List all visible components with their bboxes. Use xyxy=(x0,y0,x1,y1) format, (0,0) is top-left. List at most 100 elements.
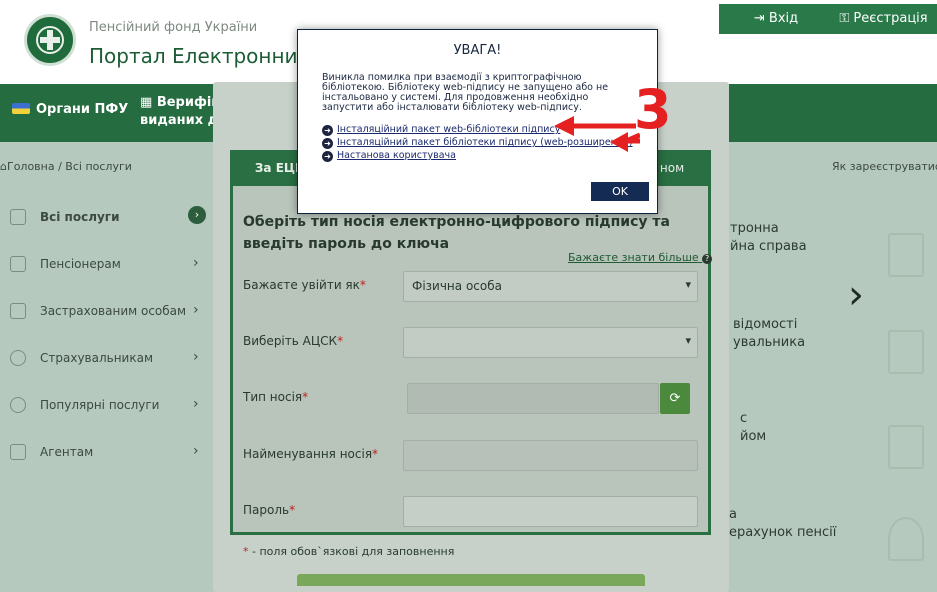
envelope-icon xyxy=(10,444,26,460)
required-star: * xyxy=(372,447,379,461)
media-type-select[interactable] xyxy=(407,383,659,414)
arrow-right-icon: ➜ xyxy=(322,125,333,136)
sidebar-item-label: Страхувальникам xyxy=(40,351,154,365)
service-card-1-line1: тронна xyxy=(730,221,779,236)
flag-icon xyxy=(12,103,30,114)
chevron-right-icon: › xyxy=(193,349,199,365)
sidebar-item-pensioners[interactable]: Пенсіонерам › xyxy=(10,253,210,277)
login-as-label-text: Бажаєте увійти як xyxy=(243,278,360,292)
person-icon xyxy=(888,517,924,561)
nav-item-pfu[interactable]: Органи ПФУ xyxy=(12,102,128,117)
sidebar-item-agents[interactable]: Агентам › xyxy=(10,441,210,465)
sidebar-item-insured[interactable]: Застрахованим особам › xyxy=(10,300,210,324)
service-card-1[interactable]: тронна йна справа xyxy=(730,220,807,256)
service-card-2-line2: увальника xyxy=(733,335,806,350)
service-card-1-line2: йна справа xyxy=(730,239,807,254)
register-button[interactable]: ⚿ Реєстрація xyxy=(830,4,937,34)
media-type-label-text: Тип носія xyxy=(243,390,303,404)
register-label: Реєстрація xyxy=(853,11,928,26)
sidebar-item-label: Пенсіонерам xyxy=(40,257,121,271)
chevron-right-icon: › xyxy=(193,255,199,271)
login-as-label: Бажаєте увійти як* xyxy=(243,278,366,292)
acsk-label: Виберіть АЦСК* xyxy=(243,334,343,348)
service-card-3[interactable]: с йом xyxy=(740,410,766,446)
org-name: Пенсійний фонд України xyxy=(89,20,258,35)
ok-button[interactable]: OK xyxy=(591,182,649,201)
media-type-label: Тип носія* xyxy=(243,390,308,404)
password-label-text: Пароль xyxy=(243,503,290,517)
arrow-right-icon: ➜ xyxy=(322,138,333,149)
install-web-library-link[interactable]: ➜ Інсталяційний пакет web-бібліотеки підп… xyxy=(322,124,560,136)
submit-button[interactable] xyxy=(297,574,645,586)
required-star: * xyxy=(289,503,296,517)
close-label: Закрити xyxy=(673,53,731,67)
chevron-right-icon: › xyxy=(188,206,206,224)
chevron-right-icon: › xyxy=(193,443,199,459)
refresh-icon: ⟳ xyxy=(669,391,681,406)
key-icon: ⚿ xyxy=(839,11,854,26)
service-card-4-line2: ерахунок пенсії xyxy=(729,525,837,540)
required-note-text: - поля обов`язкові для заповнення xyxy=(248,545,455,558)
document-icon xyxy=(10,303,26,319)
home-icon: ⌂ xyxy=(0,160,7,173)
pfu-logo[interactable] xyxy=(24,14,76,66)
chevron-right-icon[interactable]: › xyxy=(848,272,864,318)
how-register-link[interactable]: Як зареєструватися xyxy=(832,160,937,173)
service-card-4[interactable]: а ерахунок пенсії xyxy=(729,506,836,542)
sidebar-item-label: Всі послуги xyxy=(40,210,120,224)
user-manual-link[interactable]: ➜ Настанова користувача xyxy=(322,150,456,162)
chevron-right-icon: › xyxy=(193,302,199,318)
password-label: Пароль* xyxy=(243,503,295,517)
media-name-input[interactable] xyxy=(403,440,698,471)
info-icon xyxy=(10,350,26,366)
close-icon: ✖ xyxy=(734,53,745,67)
service-card-4-line1: а xyxy=(729,507,737,522)
sidebar-item-label: Агентам xyxy=(40,445,94,459)
dialog-title: УВАГА! xyxy=(453,43,502,58)
media-name-label-text: Найменування носія xyxy=(243,447,373,461)
annotation-arrows-icon xyxy=(554,116,640,152)
star-icon xyxy=(10,397,26,413)
logo-emblem-icon xyxy=(36,26,64,54)
login-label: Вхід xyxy=(768,11,799,26)
media-name-label: Найменування носія* xyxy=(243,447,378,461)
sidebar-item-popular[interactable]: Популярні послуги › xyxy=(10,394,210,418)
portal-title: Портал Електронних П xyxy=(89,44,331,68)
required-star: * xyxy=(302,390,309,404)
nav-item-pfu-label: Органи ПФУ xyxy=(36,102,129,117)
grid-icon xyxy=(10,209,26,225)
sidebar-item-employers[interactable]: Страхувальникам › xyxy=(10,347,210,371)
install-web-library-label: Інсталяційний пакет web-бібліотеки підпи… xyxy=(337,124,561,135)
sidebar-item-all-services[interactable]: Всі послуги › xyxy=(10,206,210,230)
login-as-select[interactable]: Фізична особа xyxy=(403,271,698,302)
document-icon: ▦ xyxy=(140,95,157,110)
envelope-icon xyxy=(10,256,26,272)
breadcrumb[interactable]: ⌂Головна / Всі послуги xyxy=(0,160,132,173)
sidebar-item-label: Застрахованим особам xyxy=(40,304,187,318)
close-link[interactable]: Закрити ✖ xyxy=(673,53,744,67)
service-card-2-line1: відомості xyxy=(733,317,798,332)
refresh-button[interactable]: ⟳ xyxy=(660,383,690,414)
required-star: * xyxy=(359,278,366,292)
arrow-right-icon: ➜ xyxy=(322,151,333,162)
acsk-label-text: Виберіть АЦСК xyxy=(243,334,338,348)
service-card-3-line1: с xyxy=(740,411,748,426)
form-title: Оберіть тип носія електронно-цифрового п… xyxy=(243,214,670,252)
service-card-2[interactable]: відомості увальника xyxy=(733,316,805,352)
learn-more-label: Бажаєте знати більше xyxy=(568,251,699,264)
service-card-3-line2: йом xyxy=(740,429,767,444)
question-icon: ? xyxy=(702,254,713,264)
breadcrumb-text: Головна / Всі послуги xyxy=(6,160,132,173)
password-input[interactable] xyxy=(403,496,698,527)
required-star: * xyxy=(337,334,344,348)
document-icon xyxy=(888,330,924,374)
login-icon: ⇥ xyxy=(753,11,769,26)
calculator-icon xyxy=(888,425,924,469)
acsk-select[interactable] xyxy=(403,327,698,358)
user-manual-label: Настанова користувача xyxy=(337,150,456,161)
login-button[interactable]: ⇥ Вхід xyxy=(726,4,826,34)
required-note: * - поля обов`язкові для заповнення xyxy=(243,545,454,558)
document-icon xyxy=(888,233,924,277)
sidebar-item-label: Популярні послуги xyxy=(40,398,160,412)
learn-more-link[interactable]: Бажаєте знати більше ? xyxy=(568,251,713,264)
